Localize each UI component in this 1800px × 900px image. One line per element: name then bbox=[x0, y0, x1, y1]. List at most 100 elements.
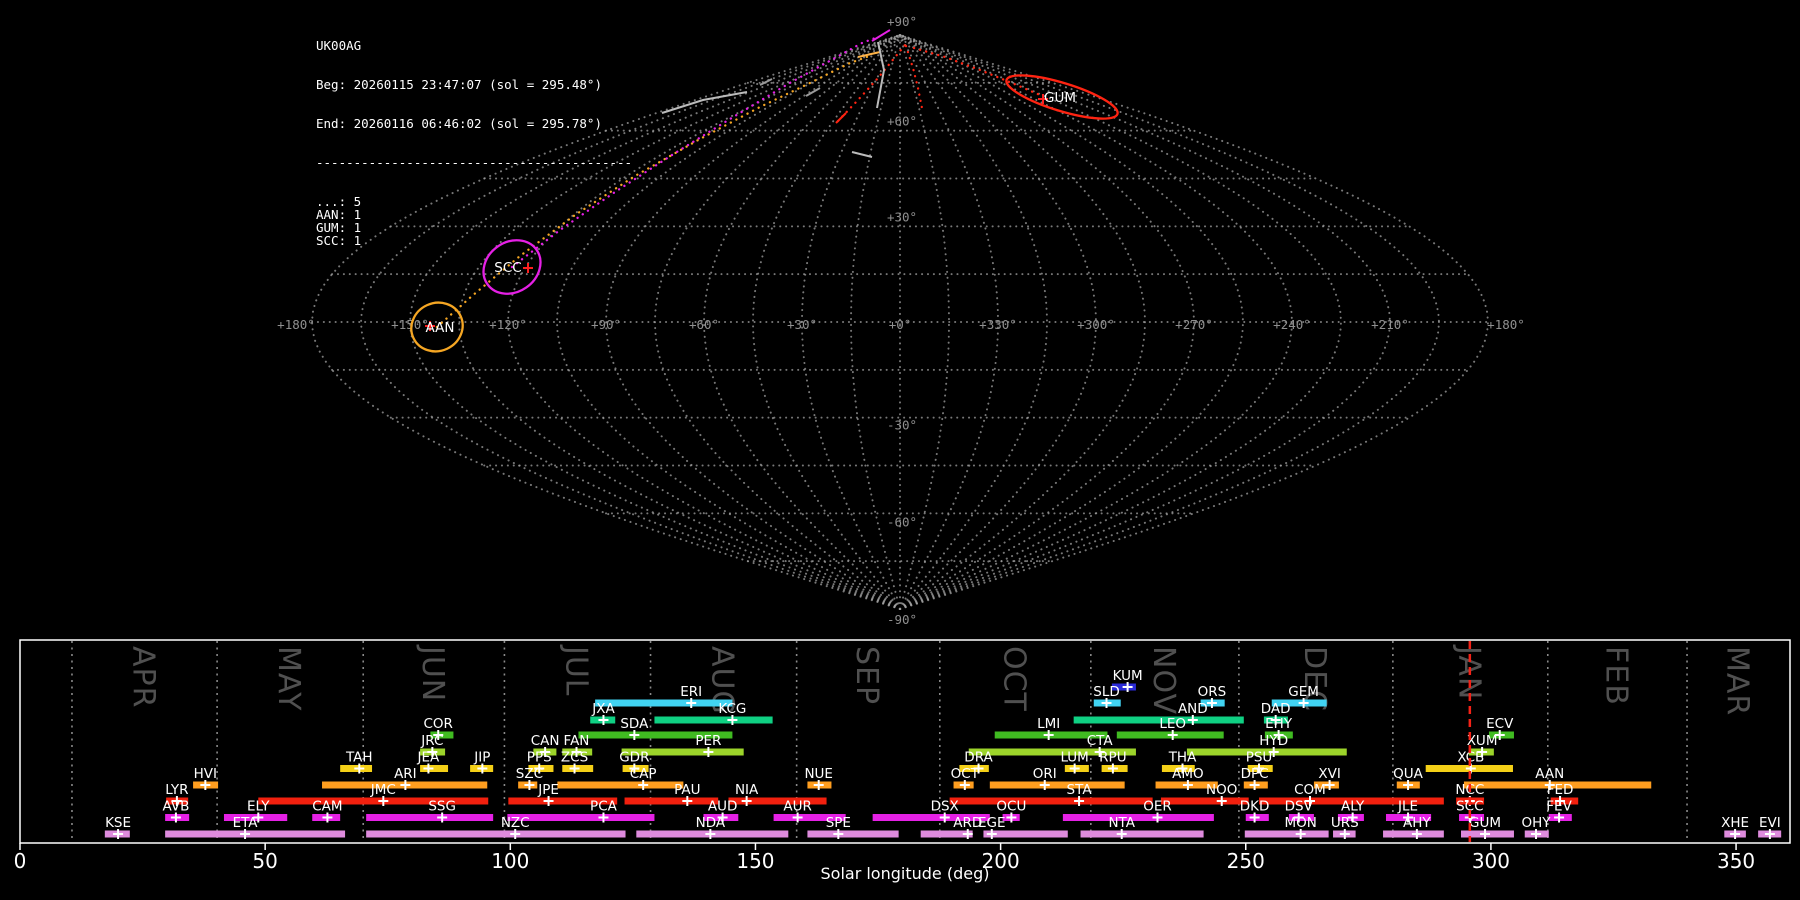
shower-label-aud: AUD bbox=[708, 799, 738, 815]
x-tick-label: 250 bbox=[1227, 849, 1265, 873]
shower-label-jmc: JMC bbox=[370, 782, 396, 798]
shower-label-urs: URS bbox=[1331, 815, 1359, 831]
shower-label-kcg: KCG bbox=[718, 701, 746, 717]
x-tick-label: 50 bbox=[252, 849, 277, 873]
shower-label-tha: THA bbox=[1168, 750, 1197, 766]
shower-label-sld: SLD bbox=[1093, 684, 1120, 700]
shower-bar-sta bbox=[949, 797, 1153, 805]
shower-label-fan: FAN bbox=[564, 733, 590, 749]
sporadic-trail-1 bbox=[661, 91, 748, 114]
shower-label-leo: LEO bbox=[1159, 716, 1186, 732]
shower-label-cam: CAM bbox=[312, 799, 342, 815]
shower-label-ohy: OHY bbox=[1522, 815, 1552, 831]
shower-bar-cap bbox=[557, 781, 684, 789]
shower-label-gum: GUM bbox=[1469, 815, 1501, 831]
radiant-label-gum: GUM bbox=[1044, 90, 1076, 106]
longitude-label: +150° bbox=[391, 317, 429, 332]
shower-label-dad: DAD bbox=[1261, 701, 1291, 717]
shower-count-line: GUM: 1 bbox=[316, 220, 362, 235]
shower-label-com: COM bbox=[1294, 782, 1326, 798]
observation-header: UK00AG Beg: 20260115 23:47:07 (sol = 295… bbox=[316, 13, 632, 260]
shower-label-sda: SDA bbox=[620, 716, 649, 732]
shower-label-aur: AUR bbox=[783, 799, 812, 815]
shower-label-dpc: DPC bbox=[1241, 766, 1269, 782]
shower-label-lmi: LMI bbox=[1037, 716, 1060, 732]
longitude-label: +180° bbox=[1487, 317, 1525, 332]
shower-label-eta: ETA bbox=[233, 815, 259, 831]
shower-label-can: CAN bbox=[531, 733, 560, 749]
x-tick-label: 350 bbox=[1717, 849, 1755, 873]
shower-label-qua: QUA bbox=[1393, 766, 1424, 782]
shower-bar-eri bbox=[595, 699, 733, 707]
longitude-label: +180° bbox=[277, 317, 315, 332]
longitude-label: +300° bbox=[1077, 317, 1115, 332]
latitude-label: -90° bbox=[887, 612, 917, 627]
latitude-label: +90° bbox=[887, 14, 917, 29]
shower-label-xhe: XHE bbox=[1721, 815, 1749, 831]
x-tick-label: 150 bbox=[736, 849, 774, 873]
shower-count-line: SCC: 1 bbox=[316, 233, 362, 248]
shower-label-per: PER bbox=[695, 733, 721, 749]
shower-count-line: AAN: 1 bbox=[316, 207, 362, 222]
shower-bar-ori bbox=[989, 781, 1125, 789]
shower-label-cap: CAP bbox=[630, 766, 657, 782]
month-label-apr: APR bbox=[126, 646, 161, 708]
shower-label-sta: STA bbox=[1067, 782, 1093, 798]
radiant-label-aan: AAN bbox=[426, 320, 455, 336]
shower-label-fev: FEV bbox=[1546, 799, 1572, 815]
latitude-label: +60° bbox=[887, 114, 917, 129]
month-label-mar: MAR bbox=[1720, 646, 1755, 716]
sporadic-trail-3 bbox=[851, 151, 873, 158]
longitude-label: +60° bbox=[689, 317, 719, 332]
shower-label-cor: COR bbox=[424, 716, 453, 732]
shower-label-ecv: ECV bbox=[1486, 716, 1514, 732]
shower-label-psu: PSU bbox=[1246, 750, 1273, 766]
shower-bar-nzc bbox=[366, 830, 626, 838]
shower-label-jea: JEA bbox=[417, 750, 441, 766]
shower-label-and: AND bbox=[1178, 701, 1208, 717]
month-label-jun: JUN bbox=[415, 644, 450, 702]
shower-label-pau: PAU bbox=[674, 782, 700, 798]
shower-label-kse: KSE bbox=[105, 815, 131, 831]
shower-label-ege: EGE bbox=[978, 815, 1006, 831]
gum-drift-path-b bbox=[904, 44, 924, 110]
timeline-chart: APRMAYJUNJULAUGSEPOCTNOVDECJANFEBMAR0501… bbox=[14, 639, 1791, 883]
shower-label-eri: ERI bbox=[680, 684, 702, 700]
header-separator: ----------------------------------------… bbox=[316, 155, 633, 170]
shower-label-jxa: JXA bbox=[591, 701, 615, 717]
shower-label-ors: ORS bbox=[1198, 684, 1227, 700]
longitude-label: +120° bbox=[489, 317, 527, 332]
shower-label-rpu: RPU bbox=[1099, 750, 1126, 766]
shower-label-ocu: OCU bbox=[996, 799, 1026, 815]
shower-bar-nta bbox=[1080, 830, 1204, 838]
latitude-label: +30° bbox=[887, 209, 917, 224]
longitude-label: +0° bbox=[889, 317, 912, 332]
shower-count-line: ...: 5 bbox=[316, 194, 362, 209]
shower-label-oer: OER bbox=[1143, 799, 1172, 815]
month-label-oct: OCT bbox=[996, 646, 1031, 712]
begin-time-line: Beg: 20260115 23:47:07 (sol = 295.48°) bbox=[316, 77, 602, 92]
shower-label-kum: KUM bbox=[1113, 668, 1143, 684]
shower-label-nia: NIA bbox=[735, 782, 759, 798]
month-label-nov: NOV bbox=[1146, 646, 1181, 715]
shower-label-nue: NUE bbox=[804, 766, 833, 782]
shower-label-szc: SZC bbox=[516, 766, 543, 782]
shower-label-noo: NOO bbox=[1206, 782, 1237, 798]
shower-label-xvi: XVI bbox=[1318, 766, 1340, 782]
shower-label-tah: TAH bbox=[345, 750, 373, 766]
shower-label-ely: ELY bbox=[247, 799, 270, 815]
meteor-summary-figure: +180° +150° +120° +90° +60° +30° +0° +330° +300°… bbox=[14, 14, 1791, 883]
longitude-label: +240° bbox=[1273, 317, 1311, 332]
shower-label-dsv: DSV bbox=[1285, 799, 1314, 815]
shower-label-gem: GEM bbox=[1288, 684, 1319, 700]
shower-label-gdr: GDR bbox=[619, 750, 649, 766]
shower-label-evi: EVI bbox=[1759, 815, 1781, 831]
shower-bar-kcg bbox=[654, 716, 773, 724]
shower-bar-noo bbox=[1160, 797, 1249, 805]
end-time-line: End: 20260116 06:46:02 (sol = 295.78°) bbox=[316, 116, 602, 131]
shower-label-ari: ARI bbox=[394, 766, 417, 782]
radiant-label-scc: SCC bbox=[494, 260, 521, 276]
shower-bar-eta bbox=[165, 830, 346, 838]
shower-label-xum: XUM bbox=[1467, 733, 1498, 749]
shower-bar-oer bbox=[1062, 814, 1214, 821]
